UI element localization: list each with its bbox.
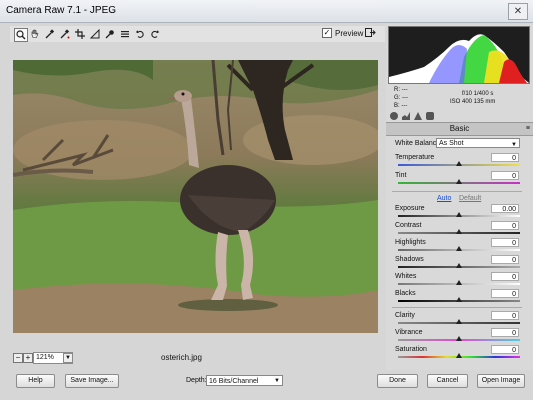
white-balance-row: White Balance: As Shot ▼ bbox=[392, 137, 522, 151]
help-button[interactable]: Help bbox=[16, 374, 55, 388]
slider-thumb[interactable] bbox=[456, 246, 462, 251]
cancel-button[interactable]: Cancel bbox=[427, 374, 468, 388]
slider-value[interactable]: 0 bbox=[491, 221, 519, 230]
chevron-down-icon: ▼ bbox=[274, 378, 280, 384]
slider-label: Temperature bbox=[395, 154, 435, 161]
slider-value[interactable]: 0 bbox=[491, 311, 519, 320]
zoom-out-button[interactable]: − bbox=[13, 353, 23, 363]
slider-thumb[interactable] bbox=[456, 179, 462, 184]
rotate-cw-icon[interactable] bbox=[149, 28, 161, 40]
close-button[interactable]: ✕ bbox=[508, 3, 528, 20]
hand-icon[interactable] bbox=[29, 28, 41, 40]
panel-menu-icon[interactable]: ≡ bbox=[526, 123, 530, 135]
straighten-icon[interactable] bbox=[89, 28, 101, 40]
slider-thumb[interactable] bbox=[456, 263, 462, 268]
zoom-in-button[interactable]: + bbox=[23, 353, 33, 363]
slider-label: Whites bbox=[395, 273, 417, 280]
slider-label: Highlights bbox=[395, 239, 426, 246]
slider-label: Blacks bbox=[395, 290, 416, 297]
slider-label: Shadows bbox=[395, 256, 424, 263]
divider bbox=[392, 307, 522, 308]
image-preview[interactable] bbox=[13, 60, 378, 333]
zoom-dropdown[interactable]: ▼ bbox=[63, 353, 73, 363]
slider-label: Vibrance bbox=[395, 329, 423, 336]
open-image-button[interactable]: Open Image bbox=[477, 374, 525, 388]
panel-tabs bbox=[386, 110, 533, 122]
slider-value[interactable]: 0 bbox=[491, 255, 519, 264]
white-balance-select[interactable]: As Shot ▼ bbox=[436, 138, 520, 148]
slider-value[interactable]: 0 bbox=[491, 272, 519, 281]
color-sampler-icon[interactable] bbox=[59, 28, 71, 40]
zoom-icon[interactable] bbox=[14, 28, 28, 42]
slider-value[interactable]: 0 bbox=[491, 345, 519, 354]
preview-label: Preview bbox=[335, 28, 364, 38]
filename-label: osterich.jpg bbox=[161, 353, 202, 362]
rotate-ccw-icon[interactable] bbox=[134, 28, 146, 40]
depth-select[interactable]: 16 Bits/Channel ▼ bbox=[206, 375, 283, 386]
histogram bbox=[388, 26, 530, 84]
auto-link[interactable]: Auto bbox=[437, 195, 451, 202]
slider-value[interactable]: 0 bbox=[491, 153, 519, 162]
preview-checkbox[interactable]: ✓ bbox=[322, 28, 332, 38]
slider-thumb[interactable] bbox=[456, 336, 462, 341]
preview-toggle[interactable]: ✓ Preview bbox=[322, 28, 363, 38]
slider-label: Saturation bbox=[395, 346, 427, 353]
slider-value[interactable]: 0 bbox=[491, 171, 519, 180]
white-balance-icon[interactable] bbox=[44, 28, 56, 40]
slider-thumb[interactable] bbox=[456, 161, 462, 166]
detail-tab-icon[interactable] bbox=[414, 112, 422, 120]
depth-value: 16 Bits/Channel bbox=[209, 378, 259, 385]
hsl-tab-icon[interactable] bbox=[426, 112, 434, 120]
slider-thumb[interactable] bbox=[456, 297, 462, 302]
done-button[interactable]: Done bbox=[377, 374, 418, 388]
basic-section-title: Basic bbox=[449, 124, 470, 133]
preferences-icon[interactable] bbox=[119, 28, 131, 40]
chevron-down-icon: ▼ bbox=[511, 142, 517, 148]
slider-thumb[interactable] bbox=[456, 280, 462, 285]
slider-value[interactable]: 0 bbox=[491, 328, 519, 337]
slider-value[interactable]: 0 bbox=[491, 289, 519, 298]
slider-value[interactable]: 0.00 bbox=[491, 204, 519, 213]
ostrich-photo bbox=[13, 60, 378, 333]
slider-saturation[interactable]: Saturation 0 bbox=[392, 345, 522, 364]
slider-label: Tint bbox=[395, 172, 407, 179]
zoom-bar: − + 121% ▼ osterich.jpg bbox=[13, 352, 378, 364]
depth-label: Depth: bbox=[186, 377, 207, 384]
window-title: Camera Raw 7.1 - JPEG bbox=[6, 5, 117, 16]
slider-thumb[interactable] bbox=[456, 212, 462, 217]
slider-thumb[interactable] bbox=[456, 353, 462, 358]
divider bbox=[392, 191, 522, 192]
save-image-button[interactable]: Save Image... bbox=[65, 374, 119, 388]
slider-label: Clarity bbox=[395, 312, 415, 319]
basic-tab-icon[interactable] bbox=[390, 112, 398, 120]
crop-icon[interactable] bbox=[74, 28, 86, 40]
spot-removal-icon[interactable] bbox=[104, 28, 116, 40]
slider-thumb[interactable] bbox=[456, 229, 462, 234]
slider-label: Contrast bbox=[395, 222, 422, 229]
slider-temperature[interactable]: Temperature 0 bbox=[392, 153, 522, 172]
image-info: R: --- G: --- B: --- f/10 1/400 s ISO 40… bbox=[388, 86, 528, 110]
slider-thumb[interactable] bbox=[456, 319, 462, 324]
tone-curve-tab-icon[interactable] bbox=[402, 112, 410, 120]
rgb-readout: R: --- G: --- B: --- bbox=[394, 87, 409, 109]
exif-readout: f/10 1/400 s ISO 400 135 mm bbox=[449, 91, 496, 105]
default-link[interactable]: Default bbox=[459, 195, 481, 202]
slider-blacks[interactable]: Blacks 0 bbox=[392, 289, 522, 308]
fullscreen-icon[interactable] bbox=[365, 27, 376, 38]
basic-section-header: Basic ≡ bbox=[386, 122, 533, 136]
slider-value[interactable]: 0 bbox=[491, 238, 519, 247]
slider-tint[interactable]: Tint 0 bbox=[392, 171, 522, 190]
slider-label: Exposure bbox=[395, 205, 425, 212]
white-balance-value: As Shot bbox=[439, 140, 464, 147]
